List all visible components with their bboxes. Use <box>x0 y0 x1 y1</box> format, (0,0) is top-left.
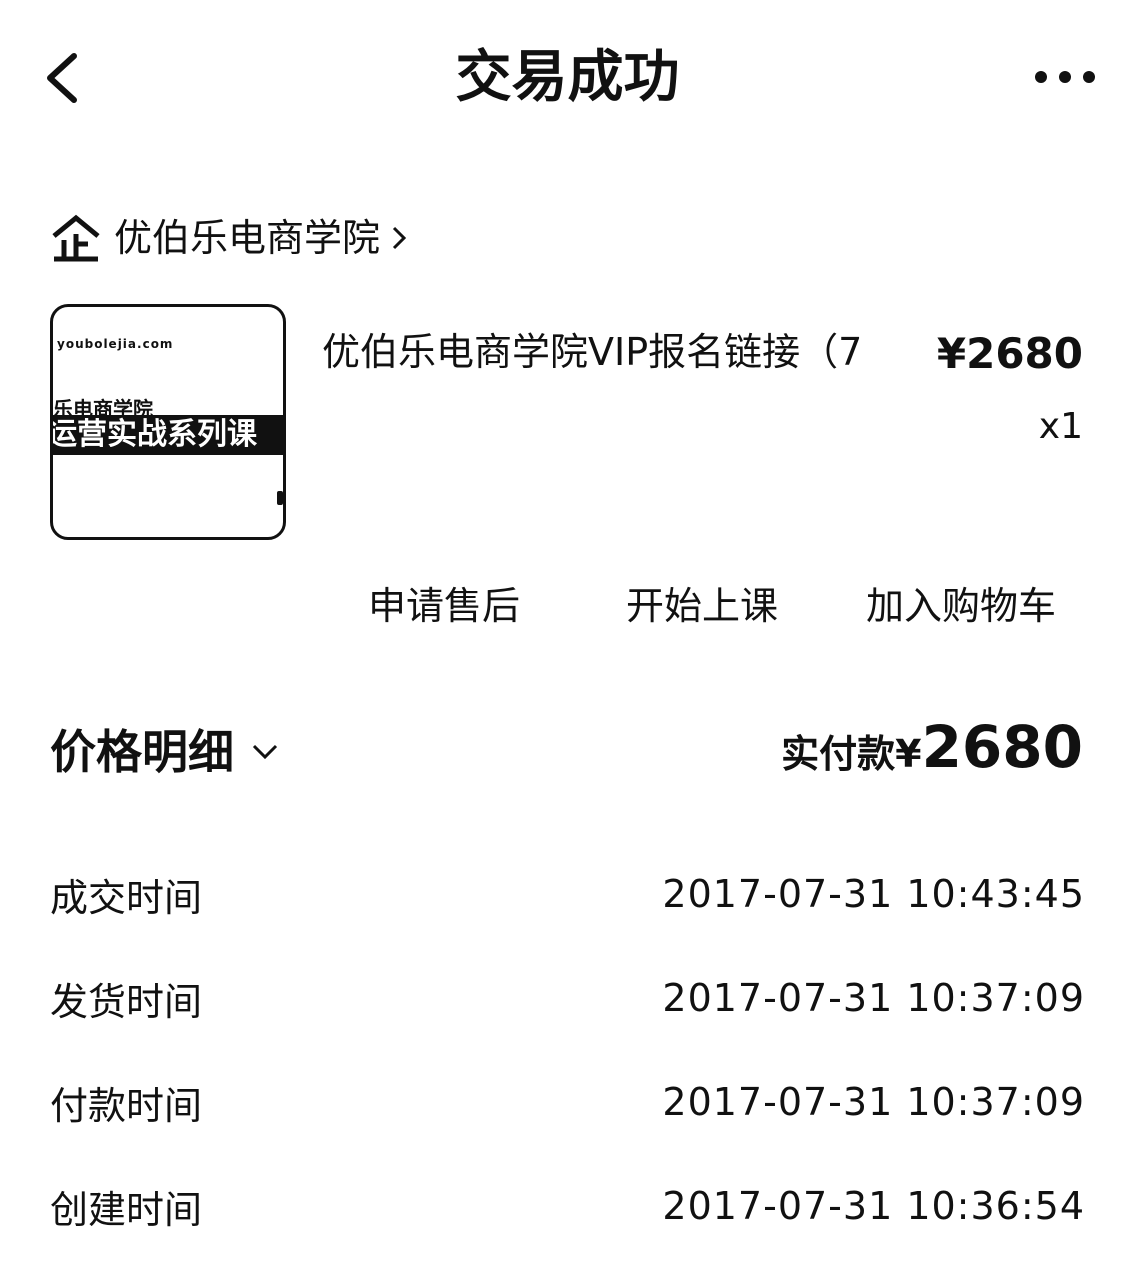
time-label: 付款时间 <box>50 1083 203 1128</box>
paid-label: 实付款 <box>781 732 896 776</box>
price-detail-label: 价格明细 <box>50 725 234 779</box>
paid-amount-summary: 实付款 ¥ 2680 <box>781 712 1083 782</box>
thumbnail-mark <box>277 491 283 505</box>
time-label: 成交时间 <box>50 875 203 920</box>
time-row-deal: 成交时间 2017-07-31 10:43:45 <box>50 864 1085 924</box>
shop-name: 优伯乐电商学院 <box>114 216 381 260</box>
time-value: 2017-07-31 10:43:45 <box>662 872 1085 916</box>
time-row-ship: 发货时间 2017-07-31 10:37:09 <box>50 968 1085 1028</box>
time-value: 2017-07-31 10:36:54 <box>662 1184 1085 1228</box>
time-value: 2017-07-31 10:37:09 <box>662 1080 1085 1124</box>
shop-link[interactable]: 优伯乐电商学院 <box>50 208 410 268</box>
product-thumbnail[interactable]: youbolejia.com 乐电商学院 运营实战系列课 <box>50 304 286 540</box>
product-name[interactable]: 优伯乐电商学院VIP报名链接（7 <box>322 326 922 378</box>
thumbnail-url-text: youbolejia.com <box>57 337 174 351</box>
time-label: 创建时间 <box>50 1187 203 1232</box>
chevron-down-icon <box>252 744 278 760</box>
time-row-create: 创建时间 2017-07-31 10:36:54 <box>50 1176 1085 1236</box>
start-class-button[interactable]: 开始上课 <box>626 580 778 632</box>
more-dot <box>1083 71 1095 83</box>
page-title: 交易成功 <box>455 45 680 110</box>
enterprise-shop-icon <box>52 214 100 262</box>
paid-currency: ¥ <box>895 732 922 776</box>
time-value: 2017-07-31 10:37:09 <box>662 976 1085 1020</box>
more-dots-icon <box>1035 71 1047 83</box>
paid-amount: 2680 <box>921 713 1083 781</box>
chevron-right-icon <box>392 226 407 250</box>
add-to-cart-button[interactable]: 加入购物车 <box>866 580 1056 632</box>
time-row-pay: 付款时间 2017-07-31 10:37:09 <box>50 1072 1085 1132</box>
price-detail-toggle[interactable]: 价格明细 <box>50 722 280 782</box>
more-button[interactable] <box>1035 62 1095 92</box>
thumbnail-course-text: 运营实战系列课 <box>53 415 283 455</box>
more-dot <box>1059 71 1071 83</box>
after-sale-button[interactable]: 申请售后 <box>368 580 520 632</box>
time-label: 发货时间 <box>50 979 203 1024</box>
product-price: ¥2680 <box>936 329 1083 378</box>
product-quantity: x1 <box>1038 406 1083 447</box>
